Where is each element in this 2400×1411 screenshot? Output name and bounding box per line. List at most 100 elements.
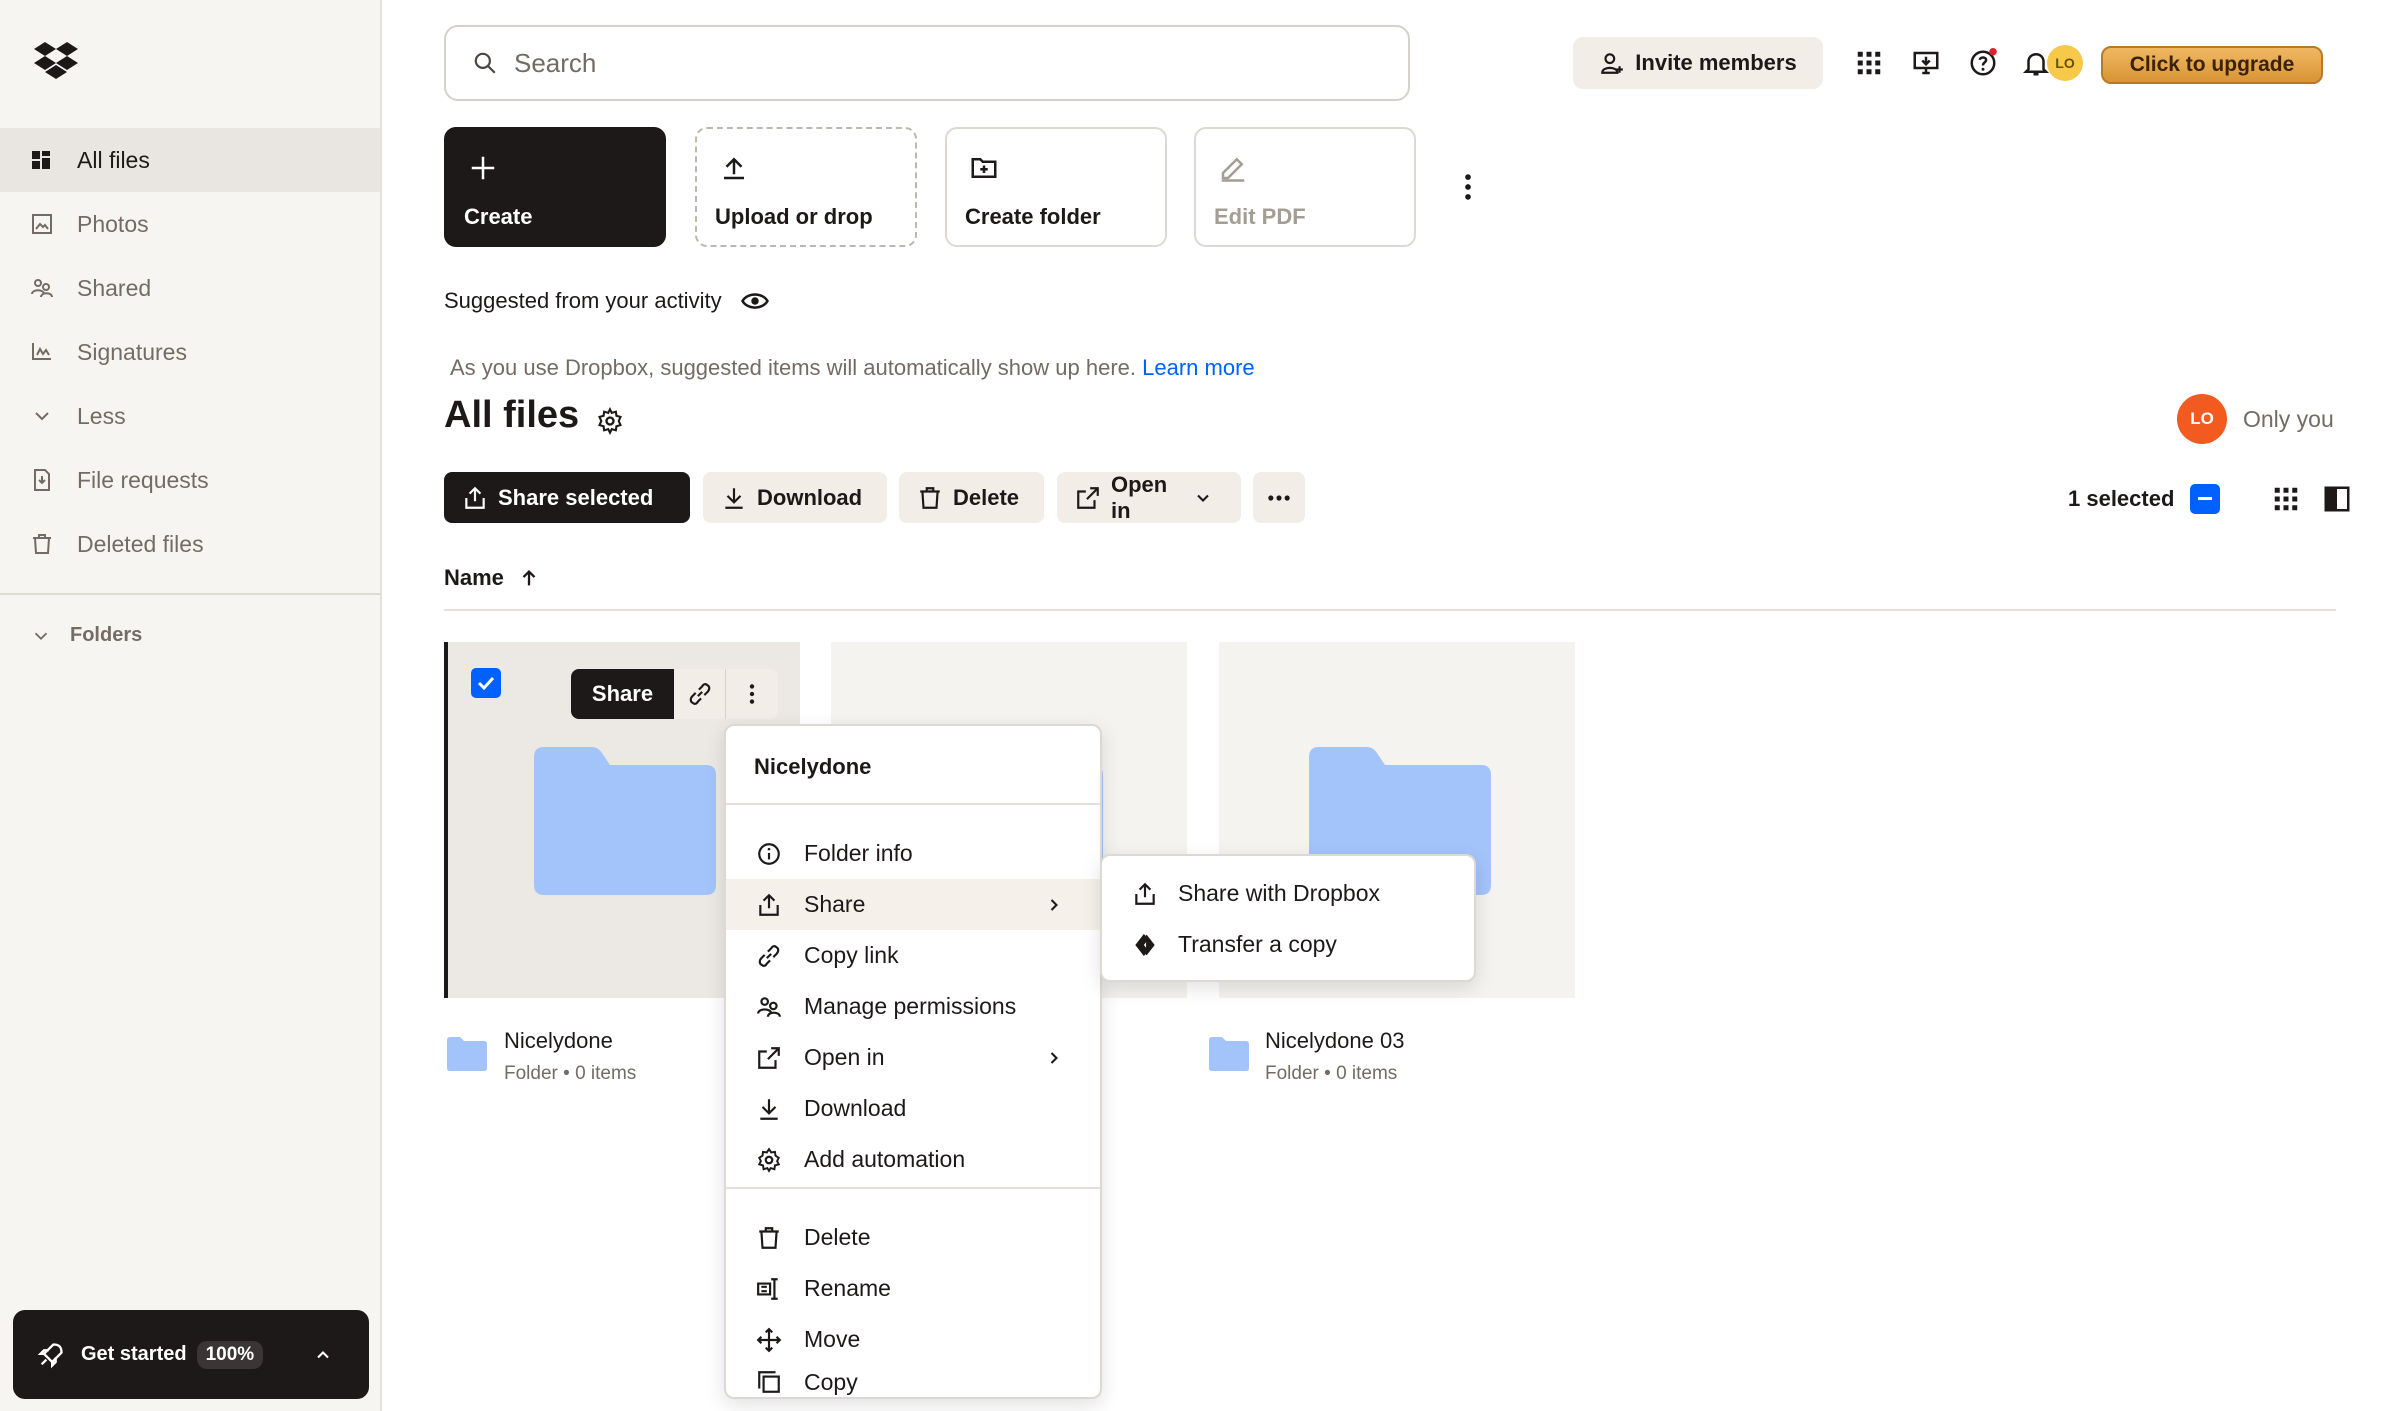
- account-avatar[interactable]: LO: [2047, 45, 2083, 81]
- menu-divider: [726, 803, 1100, 805]
- invite-members-button[interactable]: Invite members: [1573, 37, 1823, 89]
- sidebar-item-file-requests[interactable]: File requests: [0, 448, 380, 512]
- trash-icon: [30, 532, 54, 556]
- submenu-item-transfer-a-copy[interactable]: Transfer a copy: [1102, 919, 1474, 970]
- menu-item-open-in[interactable]: Open in: [726, 1032, 1100, 1083]
- plus-icon: [468, 153, 498, 183]
- card-share-button[interactable]: Share: [571, 669, 674, 719]
- download-icon: [721, 485, 757, 511]
- app-grid-icon[interactable]: [1854, 48, 1884, 78]
- upgrade-button[interactable]: Click to upgrade: [2101, 46, 2323, 84]
- delete-button[interactable]: Delete: [899, 472, 1044, 523]
- menu-item-label: Add automation: [804, 1146, 966, 1172]
- file-name[interactable]: Nicelydone 03: [1265, 1028, 1404, 1054]
- menu-item-add-automation[interactable]: Add automation: [726, 1134, 1100, 1185]
- share-selected-button[interactable]: Share selected: [444, 472, 690, 523]
- help-icon[interactable]: [1968, 48, 1998, 78]
- menu-item-label: Manage permissions: [804, 993, 1017, 1019]
- gear-icon[interactable]: [596, 407, 624, 435]
- eye-icon[interactable]: [722, 286, 770, 316]
- chevron-down-icon: [1193, 488, 1223, 508]
- menu-item-move[interactable]: Move: [726, 1314, 1100, 1365]
- chevron-up-icon[interactable]: [313, 1345, 333, 1365]
- sidebar-item-all-files[interactable]: All files: [0, 128, 380, 192]
- delete-label: Delete: [953, 484, 1020, 510]
- menu-item-label: Folder info: [804, 840, 913, 866]
- selected-count: 1 selected: [2068, 486, 2175, 511]
- list-header-divider: [444, 609, 2336, 611]
- menu-item-rename[interactable]: Rename: [726, 1263, 1100, 1314]
- menu-item-manage-permissions[interactable]: Manage permissions: [726, 981, 1100, 1032]
- sidebar-item-label: Less: [77, 402, 126, 429]
- upload-label: Upload or drop: [715, 204, 873, 229]
- menu-item-label: Download: [804, 1095, 907, 1121]
- search-input[interactable]: Search: [444, 25, 1410, 101]
- create-folder-button[interactable]: Create folder: [945, 127, 1167, 247]
- download-button[interactable]: Download: [703, 472, 887, 523]
- create-label: Create: [464, 204, 533, 229]
- upload-or-drop-button[interactable]: Upload or drop: [695, 127, 917, 247]
- open-external-icon: [1075, 485, 1111, 511]
- sidebar-item-label: All files: [77, 146, 150, 173]
- submenu-item-label: Share with Dropbox: [1178, 880, 1380, 906]
- rename-icon: [756, 1276, 782, 1302]
- file-meta: Folder • 0 items: [1265, 1063, 1398, 1084]
- menu-item-copy-link[interactable]: Copy link: [726, 930, 1100, 981]
- chevron-right-icon: [1044, 1048, 1064, 1068]
- name-column-label: Name: [444, 565, 504, 590]
- link-icon: [756, 943, 782, 969]
- menu-item-share[interactable]: Share: [726, 879, 1100, 930]
- sidebar-item-label: File requests: [77, 466, 209, 493]
- menu-item-folder-info[interactable]: Folder info: [726, 828, 1100, 879]
- arrow-up-icon: [504, 567, 540, 589]
- sidebar-item-photos[interactable]: Photos: [0, 192, 380, 256]
- details-panel-icon[interactable]: [2322, 484, 2352, 514]
- sidebar-item-label: Deleted files: [77, 530, 204, 557]
- owner-avatar[interactable]: LO: [2177, 394, 2227, 444]
- search-icon: [472, 50, 498, 76]
- select-all-checkbox[interactable]: [2190, 484, 2220, 514]
- folder-icon: [1209, 1037, 1249, 1071]
- sidebar-item-deleted-files[interactable]: Deleted files: [0, 512, 380, 576]
- sharing-status: Only you: [2243, 406, 2334, 432]
- open-in-button[interactable]: Open in: [1057, 472, 1241, 523]
- sidebar-item-less[interactable]: Less: [0, 384, 380, 448]
- more-options-button[interactable]: [1253, 472, 1305, 523]
- shared-icon: [30, 276, 54, 300]
- new-folder-icon: [969, 153, 999, 183]
- get-started-button[interactable]: Get started 100%: [13, 1310, 369, 1399]
- create-folder-label: Create folder: [965, 204, 1101, 229]
- more-actions-icon[interactable]: [1451, 170, 1485, 204]
- suggested-message-text: As you use Dropbox, suggested items will…: [450, 355, 1137, 380]
- sort-by-name[interactable]: Name: [444, 565, 540, 591]
- file-checkbox[interactable]: [471, 668, 501, 698]
- card-more-icon[interactable]: [726, 669, 778, 719]
- sidebar-item-shared[interactable]: Shared: [0, 256, 380, 320]
- signatures-icon: [30, 340, 54, 364]
- download-label: Download: [757, 484, 863, 510]
- submenu-item-share-with-dropbox[interactable]: Share with Dropbox: [1102, 868, 1474, 919]
- desktop-app-icon[interactable]: [1911, 48, 1941, 78]
- menu-item-download[interactable]: Download: [726, 1083, 1100, 1134]
- trash-icon: [917, 485, 953, 511]
- copy-link-icon[interactable]: [674, 669, 726, 719]
- grid-view-icon[interactable]: [2271, 484, 2301, 514]
- sidebar-item-signatures[interactable]: Signatures: [0, 320, 380, 384]
- sidebar: All files Photos Shared Signatures Less …: [0, 0, 382, 1411]
- create-button[interactable]: Create: [444, 127, 666, 247]
- edit-pdf-button[interactable]: Edit PDF: [1194, 127, 1416, 247]
- dropbox-logo-icon[interactable]: [34, 40, 78, 80]
- menu-item-delete[interactable]: Delete: [726, 1212, 1100, 1263]
- automation-gear-icon: [756, 1147, 782, 1173]
- submenu-item-label: Transfer a copy: [1178, 931, 1337, 957]
- open-in-label: Open in: [1111, 471, 1168, 523]
- menu-item-copy[interactable]: Copy: [726, 1365, 1100, 1399]
- info-icon: [756, 841, 782, 867]
- folders-toggle[interactable]: Folders: [30, 624, 142, 647]
- menu-item-label: Copy: [804, 1368, 858, 1395]
- menu-item-label: Move: [804, 1326, 861, 1352]
- file-name[interactable]: Nicelydone: [504, 1028, 613, 1054]
- learn-more-link[interactable]: Learn more: [1142, 355, 1255, 380]
- sidebar-item-label: Signatures: [77, 338, 187, 365]
- sidebar-divider: [0, 593, 380, 595]
